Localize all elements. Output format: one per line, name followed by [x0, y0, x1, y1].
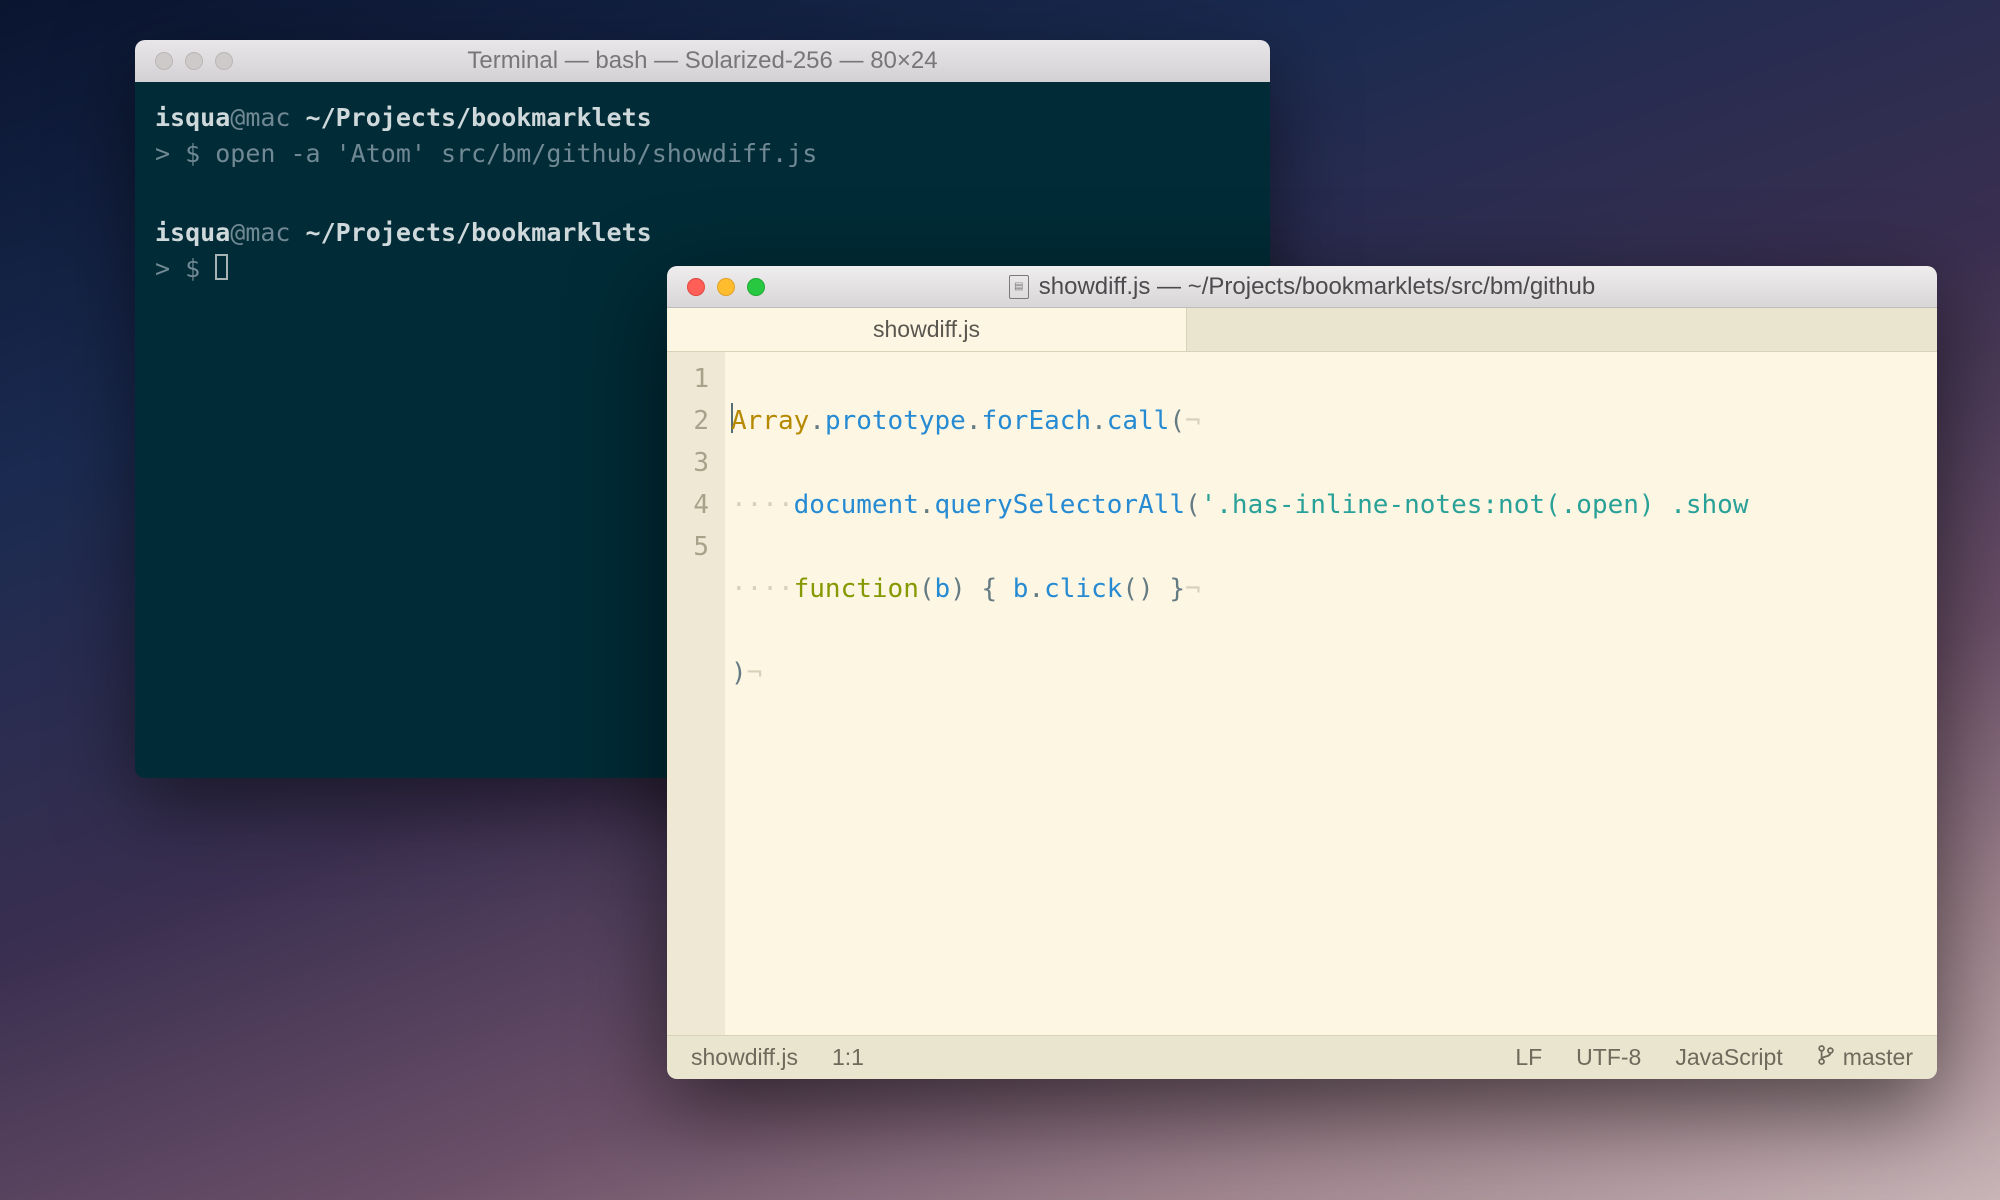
editor-title-file: showdiff.js: [1039, 273, 1151, 300]
status-cursor-position[interactable]: 1:1: [832, 1044, 864, 1071]
line-number[interactable]: 2: [687, 400, 709, 442]
status-language[interactable]: JavaScript: [1675, 1044, 1782, 1071]
zoom-icon[interactable]: [747, 278, 765, 296]
line-number-gutter: 1 2 3 4 5: [667, 352, 725, 1035]
prompt-path: ~/Projects/bookmarklets: [306, 103, 652, 132]
editor-traffic-lights: [667, 278, 765, 296]
editor-title-path: ~/Projects/bookmarklets/src/bm/github: [1188, 273, 1596, 300]
editor-tab-bar: showdiff.js: [667, 308, 1937, 352]
editor-titlebar[interactable]: ▤ showdiff.js — ~/Projects/bookmarklets/…: [667, 266, 1937, 308]
prompt-symbol: > $: [155, 139, 215, 168]
status-line-ending[interactable]: LF: [1515, 1044, 1542, 1071]
tab-showdiff[interactable]: showdiff.js: [667, 308, 1187, 351]
line-number[interactable]: 3: [687, 442, 709, 484]
editor-title-sep: —: [1150, 273, 1187, 300]
code-line: Array.prototype.forEach.call(¬: [731, 400, 1749, 442]
minimize-icon[interactable]: [185, 52, 203, 70]
prompt-host: @mac: [230, 218, 305, 247]
terminal-traffic-lights: [135, 52, 233, 70]
line-number[interactable]: 4: [687, 484, 709, 526]
status-encoding[interactable]: UTF-8: [1576, 1044, 1641, 1071]
status-git-branch[interactable]: master: [1817, 1044, 1913, 1072]
prompt-user: isqua: [155, 218, 230, 247]
close-icon[interactable]: [155, 52, 173, 70]
zoom-icon[interactable]: [215, 52, 233, 70]
status-filename[interactable]: showdiff.js: [691, 1044, 798, 1071]
editor-title: ▤ showdiff.js — ~/Projects/bookmarklets/…: [667, 273, 1937, 301]
editor-body[interactable]: 1 2 3 4 5 Array.prototype.forEach.call(¬…: [667, 352, 1937, 1035]
line-number[interactable]: 5: [687, 526, 709, 568]
terminal-cursor-icon: [215, 254, 228, 280]
code-line: ····document.querySelectorAll('.has-inli…: [731, 484, 1749, 526]
prompt-path: ~/Projects/bookmarklets: [306, 218, 652, 247]
prompt-host: @mac: [230, 103, 305, 132]
prompt-symbol: > $: [155, 254, 215, 283]
editor-window: ▤ showdiff.js — ~/Projects/bookmarklets/…: [667, 266, 1937, 1079]
close-icon[interactable]: [687, 278, 705, 296]
editor-status-bar: showdiff.js 1:1 LF UTF-8 JavaScript mast…: [667, 1035, 1937, 1079]
prompt-command: open -a 'Atom' src/bm/github/showdiff.js: [215, 139, 817, 168]
file-icon: ▤: [1009, 275, 1029, 299]
code-line: ····function(b) { b.click() }¬: [731, 568, 1749, 610]
prompt-user: isqua: [155, 103, 230, 132]
git-branch-icon: [1817, 1044, 1835, 1072]
status-branch-name: master: [1843, 1044, 1913, 1071]
code-line: )¬: [731, 652, 1749, 694]
minimize-icon[interactable]: [717, 278, 735, 296]
terminal-title: Terminal — bash — Solarized-256 — 80×24: [135, 47, 1270, 75]
line-number[interactable]: 1: [687, 358, 709, 400]
terminal-line: isqua@mac ~/Projects/bookmarklets > $ op…: [155, 100, 1250, 173]
terminal-titlebar[interactable]: Terminal — bash — Solarized-256 — 80×24: [135, 40, 1270, 82]
code-area[interactable]: Array.prototype.forEach.call(¬ ····docum…: [725, 352, 1749, 1035]
